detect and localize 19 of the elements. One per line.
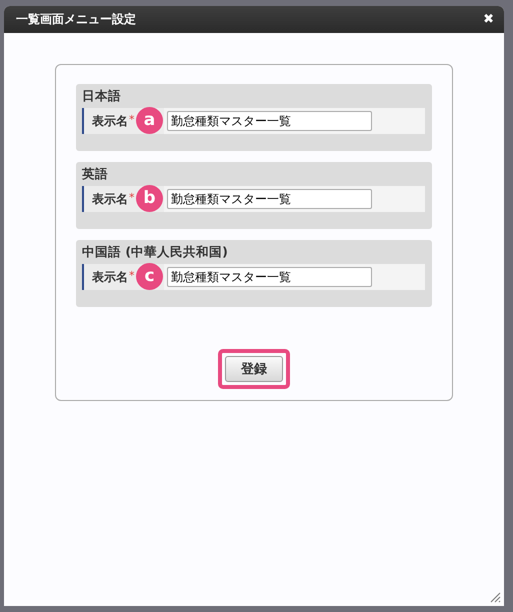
resize-grip-icon[interactable] [490, 592, 501, 603]
callout-marker: c [136, 263, 163, 290]
required-mark: * [129, 113, 134, 126]
callout-marker: a [136, 107, 163, 134]
section-heading: 日本語 [82, 88, 122, 105]
display-name-field[interactable]: 勤怠種類マスター一覧 [167, 111, 372, 131]
required-mark: * [129, 191, 134, 204]
callout-marker: b [136, 185, 163, 212]
dialog-title: 一覧画面メニュー設定 [16, 11, 136, 28]
section-heading: 中国語 (中華人民共和国) [82, 244, 229, 261]
field-label: 表示名 [92, 190, 128, 208]
close-button[interactable]: ✖ [483, 12, 494, 27]
display-name-field[interactable]: 勤怠種類マスター一覧 [167, 189, 372, 209]
field-label: 表示名 [92, 112, 128, 130]
section-heading: 英語 [82, 166, 109, 183]
display-name-field[interactable]: 勤怠種類マスター一覧 [167, 267, 372, 287]
register-button[interactable]: 登録 [225, 356, 283, 382]
field-label: 表示名 [92, 268, 128, 286]
required-mark: * [129, 269, 134, 282]
